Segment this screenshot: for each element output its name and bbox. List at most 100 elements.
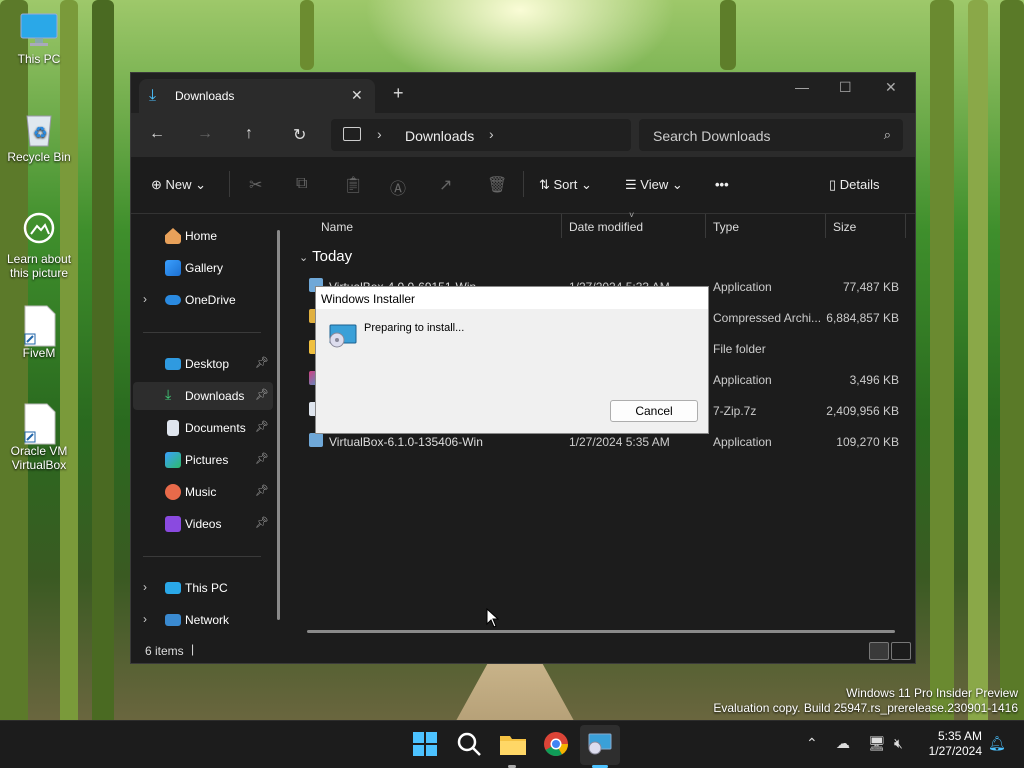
new-tab-icon[interactable]: +	[393, 83, 404, 104]
desktop-icon-recycle-bin[interactable]: ♻ Recycle Bin	[1, 108, 77, 164]
sidebar-item-label: Home	[185, 229, 218, 243]
chrome-icon[interactable]	[543, 731, 571, 759]
minimize-icon[interactable]: —	[795, 79, 809, 95]
column-header-type[interactable]: Type	[713, 220, 739, 234]
chevron-right-icon[interactable]: ›	[377, 126, 382, 142]
divider	[905, 214, 906, 238]
chevron-right-icon[interactable]: ›	[489, 126, 494, 142]
chevron-right-icon[interactable]: ›	[143, 292, 147, 306]
view-button[interactable]: ☰ View ⌄	[625, 177, 683, 193]
group-header-today[interactable]: ⌄ Today	[299, 248, 352, 265]
file-type: Compressed Archi...	[713, 311, 822, 325]
chevron-right-icon[interactable]: ›	[143, 612, 147, 626]
sidebar-item-label: Network	[185, 613, 230, 627]
horizontal-scrollbar[interactable]	[307, 630, 895, 633]
details-label: Details	[839, 177, 880, 192]
maximize-icon[interactable]: ☐	[839, 79, 852, 96]
notification-bell-icon[interactable]: 🔔︎	[988, 735, 1006, 752]
navigation-pane: Home Gallery › OneDrive Desktop 📌︎ ⤓ Dow…	[131, 214, 287, 644]
sort-button[interactable]: ⇅ Sort ⌄	[539, 177, 592, 193]
divider	[705, 214, 706, 238]
tab-downloads[interactable]: ⤓ Downloads ✕	[139, 79, 375, 113]
sidebar-item-label: Pictures	[185, 453, 229, 467]
pin-icon[interactable]: 📌︎	[255, 484, 269, 497]
desktop-icon-this-pc[interactable]: This PC	[1, 10, 77, 66]
dialog-title: Windows Installer	[321, 292, 416, 306]
desktop-icon-fivem[interactable]: FiveM	[1, 304, 77, 360]
network-icon[interactable]: 🖥︎	[868, 735, 886, 752]
pictures-icon	[165, 452, 181, 468]
status-separator: |	[191, 642, 195, 656]
system-clock[interactable]: 5:35 AM 1/27/2024	[912, 729, 982, 759]
file-type: Application	[713, 280, 772, 294]
column-header-name[interactable]: Name	[321, 220, 353, 234]
search-input[interactable]: Search Downloads ⌕	[639, 119, 903, 151]
file-type: File folder	[713, 342, 766, 356]
sidebar-scrollbar[interactable]	[277, 230, 280, 620]
back-arrow-icon[interactable]: ←	[149, 125, 165, 143]
file-explorer-icon[interactable]	[499, 731, 527, 759]
onedrive-offline-icon[interactable]: ☁	[836, 735, 850, 752]
cut-icon[interactable]: ✂	[249, 175, 262, 195]
up-arrow-icon[interactable]: ↑	[245, 125, 253, 143]
sidebar-item-pictures[interactable]: Pictures 📌︎	[133, 446, 273, 474]
chevron-right-icon[interactable]: ›	[143, 580, 147, 594]
sidebar-item-onedrive[interactable]: › OneDrive	[133, 286, 273, 314]
pin-icon[interactable]: 📌︎	[255, 420, 269, 433]
pin-icon[interactable]: 📌︎	[255, 452, 269, 465]
sidebar-item-gallery[interactable]: Gallery	[133, 254, 273, 282]
cancel-button[interactable]: Cancel	[610, 400, 698, 422]
recycle-bin-icon: ♻	[19, 108, 59, 148]
file-type: 7-Zip.7z	[713, 404, 757, 418]
paste-icon[interactable]: 📋︎	[343, 175, 363, 195]
more-options-icon[interactable]: •••	[715, 177, 729, 192]
divider	[561, 214, 562, 238]
sidebar-item-network[interactable]: › Network	[133, 606, 273, 634]
pin-icon[interactable]: 📌︎	[255, 388, 269, 401]
sidebar-item-label: This PC	[185, 581, 228, 595]
windows-installer-icon[interactable]	[586, 731, 614, 759]
address-bar[interactable]: › Downloads ›	[331, 119, 631, 151]
copy-icon[interactable]: ⧉	[296, 175, 307, 193]
close-window-icon[interactable]: ✕	[885, 79, 897, 96]
new-button[interactable]: ⊕ New ⌄	[151, 177, 206, 193]
rename-icon[interactable]: Ⓐ	[390, 175, 406, 199]
sidebar-item-documents[interactable]: Documents 📌︎	[133, 414, 273, 442]
search-icon[interactable]	[456, 731, 484, 759]
chevron-up-icon[interactable]: ⌃	[806, 735, 818, 752]
sidebar-item-videos[interactable]: Videos 📌︎	[133, 510, 273, 538]
refresh-icon[interactable]: ↻	[293, 125, 306, 145]
sidebar-item-home[interactable]: Home	[133, 222, 273, 250]
this-pc-icon	[343, 127, 361, 141]
pin-icon[interactable]: 📌︎	[255, 356, 269, 369]
sidebar-item-label: OneDrive	[185, 293, 236, 307]
forward-arrow-icon[interactable]: →	[197, 125, 213, 143]
close-tab-icon[interactable]: ✕	[351, 87, 363, 104]
volume-muted-icon[interactable]: 🔇︎	[894, 735, 903, 752]
sidebar-item-music[interactable]: Music 📌︎	[133, 478, 273, 506]
details-view-icon[interactable]	[869, 642, 889, 660]
view-label: View	[640, 177, 669, 192]
dialog-message: Preparing to install...	[364, 322, 465, 334]
pin-icon[interactable]: 📌︎	[255, 516, 269, 529]
sidebar-item-downloads[interactable]: ⤓ Downloads 📌︎	[133, 382, 273, 410]
divider	[825, 214, 826, 238]
share-icon[interactable]: ↗	[439, 175, 452, 195]
start-button[interactable]	[412, 731, 440, 759]
tiles-view-icon[interactable]	[891, 642, 911, 660]
column-header-size[interactable]: Size	[833, 220, 856, 234]
command-bar: ⊕ New ⌄ ✂ ⧉ 📋︎ Ⓐ ↗ 🗑︎ ⇅ Sort ⌄ ☰ View ⌄ …	[131, 157, 915, 214]
desktop-icon-oracle-vm-virtualbox[interactable]: Oracle VM VirtualBox	[1, 402, 77, 472]
column-header-date[interactable]: Date modified	[569, 220, 643, 234]
new-label: New	[165, 177, 192, 192]
documents-icon	[167, 420, 179, 436]
installer-icon	[328, 323, 358, 349]
sidebar-item-desktop[interactable]: Desktop 📌︎	[133, 350, 273, 378]
breadcrumb-downloads[interactable]: Downloads	[405, 128, 474, 144]
details-button[interactable]: ▯ Details	[829, 177, 880, 193]
delete-icon[interactable]: 🗑︎	[487, 175, 507, 195]
desktop-icon-learn-about-picture[interactable]: Learn about this picture	[1, 210, 77, 280]
shortcut-file-icon	[19, 304, 59, 347]
sidebar-item-this-pc[interactable]: › This PC	[133, 574, 273, 602]
file-size: 6,884,857 KB	[826, 311, 899, 325]
